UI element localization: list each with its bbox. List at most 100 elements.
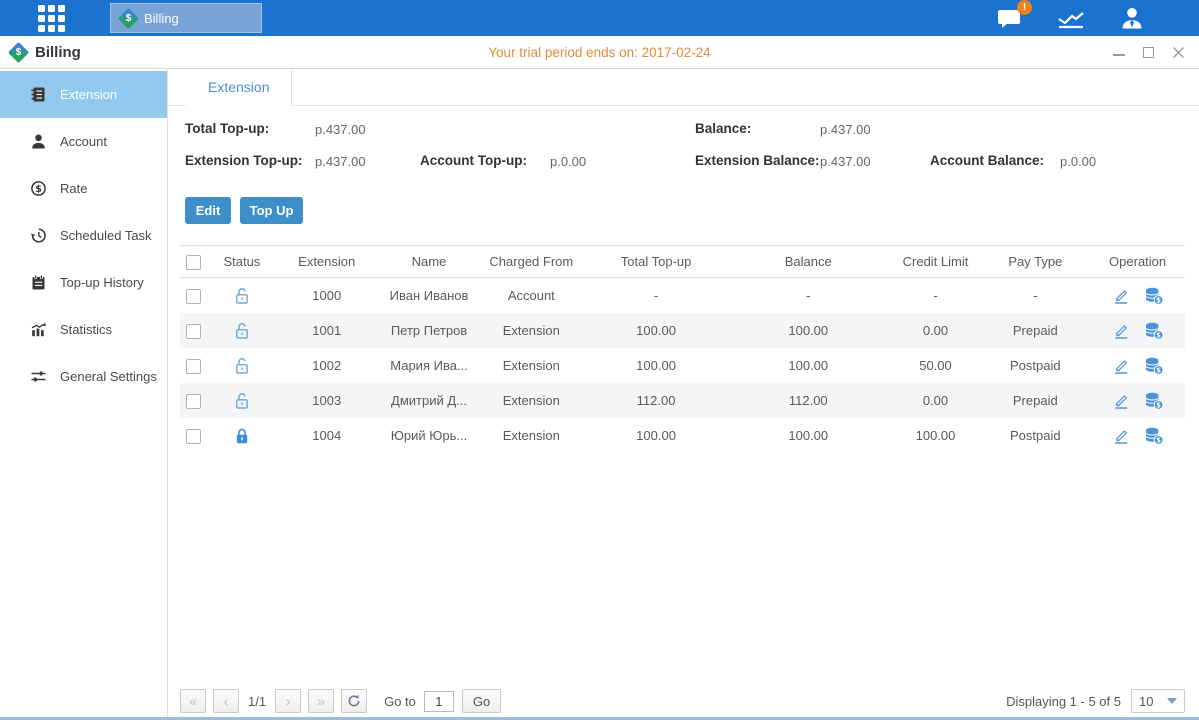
row-checkbox[interactable] (186, 324, 201, 339)
table-row[interactable]: 1003Дмитрий Д...Extension112.00112.000.0… (180, 383, 1185, 418)
close-icon[interactable] (1172, 46, 1185, 59)
table-row[interactable]: 1001Петр ПетровExtension100.00100.000.00… (180, 313, 1185, 348)
status-unlocked-icon (234, 392, 250, 410)
topup-row-icon[interactable]: $ (1144, 392, 1164, 410)
next-page-button[interactable]: › (275, 689, 301, 713)
col-name: Name (382, 254, 477, 269)
extension-cell: 1003 (272, 393, 382, 408)
account-balance-value: p.0.00 (1060, 154, 1096, 169)
status-cell (212, 392, 272, 410)
account-topup-label: Account Top-up: (420, 153, 527, 168)
statistics-icon (30, 321, 47, 338)
window-title: Billing (35, 44, 81, 61)
table-row[interactable]: 1000Иван ИвановAccount----$ (180, 278, 1185, 313)
charged-from-cell: Extension (476, 323, 586, 338)
apps-grid-icon[interactable] (38, 5, 65, 32)
sidebar-item-rate[interactable]: $ Rate (0, 165, 167, 212)
row-checkbox[interactable] (186, 359, 201, 374)
topup-row-icon[interactable]: $ (1144, 287, 1164, 305)
extension-topup-value: p.437.00 (315, 154, 366, 169)
status-cell (212, 287, 272, 305)
col-pay-type: Pay Type (980, 254, 1090, 269)
status-unlocked-icon (234, 357, 250, 375)
topup-row-icon[interactable]: $ (1144, 357, 1164, 375)
general-settings-icon (30, 368, 47, 385)
pay-type-cell: - (980, 288, 1090, 303)
extension-balance-value: p.437.00 (820, 154, 871, 169)
sidebar-item-topup-history[interactable]: Top-up History (0, 259, 167, 306)
extension-table: Status Extension Name Charged From Total… (180, 245, 1185, 453)
balance-cell: 100.00 (726, 323, 891, 338)
edit-button[interactable]: Edit (185, 197, 231, 224)
maximize-icon[interactable] (1142, 46, 1155, 59)
col-credit-limit: Credit Limit (891, 254, 981, 269)
credit-limit-cell: 0.00 (891, 393, 981, 408)
sidebar-item-account[interactable]: Account (0, 118, 167, 165)
table-row[interactable]: 1004Юрий Юрь...Extension100.00100.00100.… (180, 418, 1185, 453)
charged-from-cell: Extension (476, 428, 586, 443)
name-cell: Иван Иванов (382, 288, 477, 303)
select-all-checkbox[interactable] (186, 255, 201, 270)
taskbar-tab-billing[interactable]: $ Billing (110, 3, 262, 33)
minimize-icon[interactable] (1112, 46, 1125, 59)
account-balance-label: Account Balance: (930, 153, 1044, 168)
pay-type-cell: Postpaid (980, 428, 1090, 443)
tab-extension[interactable]: Extension (186, 69, 292, 106)
sidebar-item-general-settings[interactable]: General Settings (0, 353, 167, 400)
edit-row-icon[interactable] (1112, 427, 1130, 444)
balance-cell: - (726, 288, 891, 303)
table-row[interactable]: 1002Мария Ива...Extension100.00100.0050.… (180, 348, 1185, 383)
user-icon[interactable] (1119, 6, 1145, 30)
balance-value: p.437.00 (820, 122, 871, 137)
sidebar-item-label: Top-up History (60, 275, 144, 290)
sidebar-item-label: Account (60, 134, 107, 149)
name-cell: Мария Ива... (382, 358, 477, 373)
chevron-down-icon (1167, 698, 1177, 704)
chart-icon[interactable] (1057, 7, 1085, 30)
page-size-select[interactable]: 10 (1131, 689, 1185, 713)
sidebar-item-scheduled-task[interactable]: Scheduled Task (0, 212, 167, 259)
name-cell: Петр Петров (382, 323, 477, 338)
row-checkbox[interactable] (186, 289, 201, 304)
prev-page-button[interactable]: ‹ (213, 689, 239, 713)
status-cell (212, 322, 272, 340)
status-locked-icon (234, 427, 250, 445)
chat-icon[interactable]: ! (997, 7, 1023, 30)
svg-text:$: $ (1156, 401, 1161, 409)
topup-row-icon[interactable]: $ (1144, 322, 1164, 340)
pay-type-cell: Prepaid (980, 393, 1090, 408)
sidebar: Extension Account $ Rate Scheduled Task … (0, 69, 168, 720)
row-checkbox[interactable] (186, 429, 201, 444)
sidebar-item-extension[interactable]: Extension (0, 71, 167, 118)
billing-diamond-icon: $ (118, 7, 139, 28)
edit-row-icon[interactable] (1112, 392, 1130, 409)
balance-cell: 100.00 (726, 358, 891, 373)
svg-text:$: $ (1156, 331, 1161, 339)
sidebar-item-label: Extension (60, 87, 117, 102)
col-extension: Extension (272, 254, 382, 269)
col-total-topup: Total Top-up (586, 254, 726, 269)
last-page-button[interactable]: » (308, 689, 334, 713)
charged-from-cell: Account (476, 288, 586, 303)
edit-row-icon[interactable] (1112, 357, 1130, 374)
refresh-icon[interactable] (341, 689, 367, 713)
edit-row-icon[interactable] (1112, 287, 1130, 304)
charged-from-cell: Extension (476, 358, 586, 373)
top-up-button[interactable]: Top Up (240, 197, 303, 224)
col-charged-from: Charged From (476, 254, 586, 269)
balance-label: Balance: (695, 121, 751, 136)
goto-page-input[interactable] (424, 691, 454, 712)
sidebar-item-statistics[interactable]: Statistics (0, 306, 167, 353)
edit-row-icon[interactable] (1112, 322, 1130, 339)
pay-type-cell: Postpaid (980, 358, 1090, 373)
first-page-button[interactable]: « (180, 689, 206, 713)
taskbar: $ Billing ! (0, 0, 1199, 36)
row-checkbox[interactable] (186, 394, 201, 409)
svg-text:$: $ (1156, 296, 1161, 304)
topup-row-icon[interactable]: $ (1144, 427, 1164, 445)
extension-cell: 1004 (272, 428, 382, 443)
billing-diamond-icon: $ (8, 41, 29, 62)
go-button[interactable]: Go (462, 689, 501, 713)
status-cell (212, 427, 272, 445)
pagination-bar: « ‹ 1/1 › » Go to Go Displaying 1 - 5 of… (180, 689, 1185, 713)
